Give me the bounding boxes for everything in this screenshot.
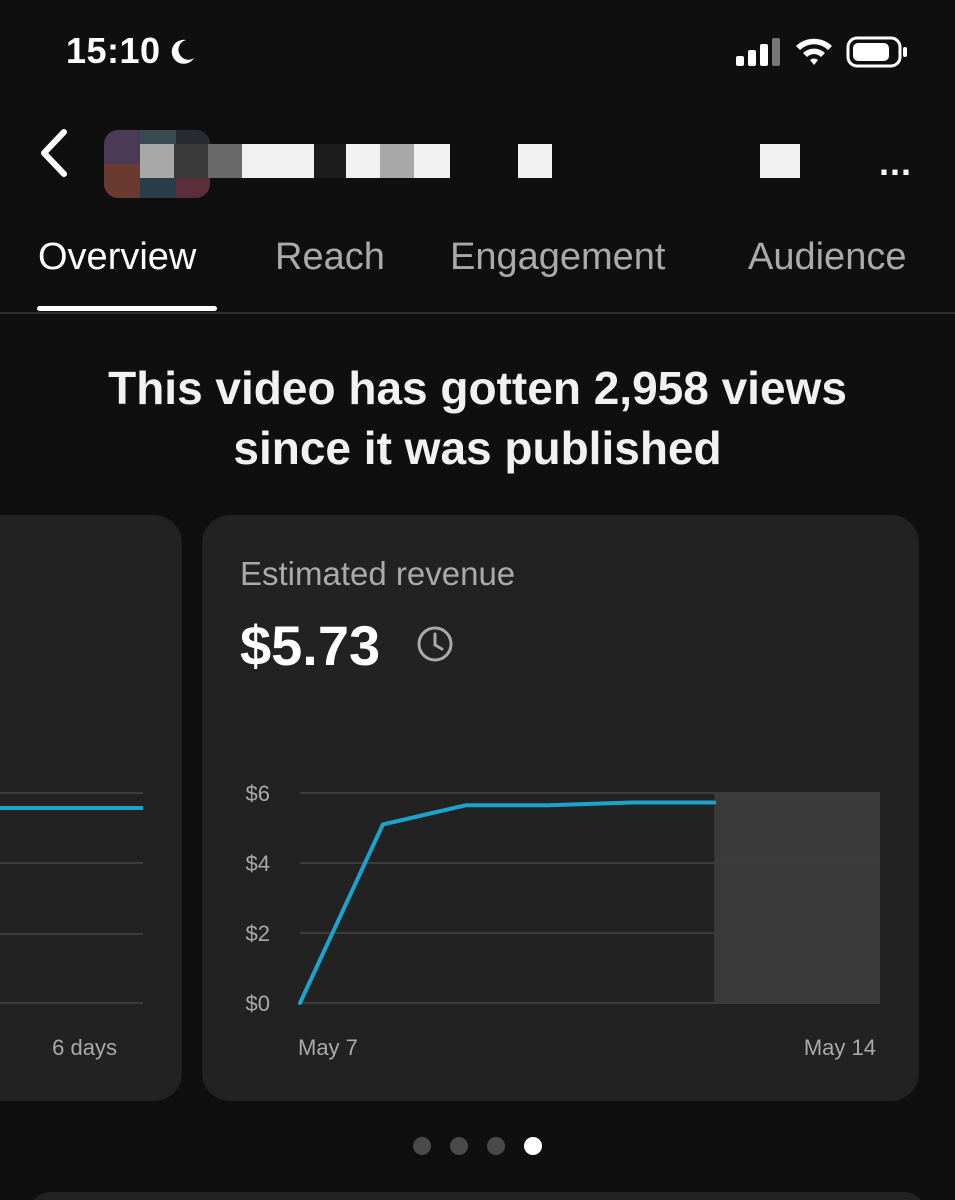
- tab-audience[interactable]: Audience: [748, 236, 906, 279]
- redacted-title-block: [760, 144, 800, 178]
- revenue-series-line: [298, 800, 717, 1005]
- status-time: 15:10: [66, 30, 161, 71]
- redacted-title-block: [346, 144, 380, 178]
- redacted-title-block: [242, 144, 314, 178]
- pagination-dot[interactable]: [413, 1137, 431, 1155]
- y-tick-label: $4: [246, 851, 270, 876]
- pagination-dot[interactable]: [450, 1137, 468, 1155]
- redacted-title-block: [414, 144, 450, 178]
- pagination-dot[interactable]: [487, 1137, 505, 1155]
- title-ellipsis: ...: [878, 142, 912, 183]
- video-title: ...: [104, 120, 944, 200]
- header: ...: [0, 110, 955, 200]
- next-section-card: [30, 1192, 925, 1200]
- tab-engagement[interactable]: Engagement: [450, 236, 666, 279]
- redacted-title-block: [314, 144, 346, 178]
- tab-overview[interactable]: Overview: [38, 236, 196, 279]
- redacted-title-block: [174, 144, 208, 178]
- redacted-title-block: [140, 144, 174, 178]
- y-tick-label: $2: [246, 921, 270, 946]
- y-tick-label: $6: [246, 781, 270, 806]
- views-headline: This video has gotten 2,958 views since …: [0, 358, 955, 478]
- carousel-pagination: [0, 1137, 955, 1159]
- moon-icon: [171, 39, 194, 64]
- tab-reach[interactable]: Reach: [275, 236, 385, 279]
- y-tick-label: $0: [246, 991, 270, 1016]
- pagination-dot[interactable]: [524, 1137, 542, 1155]
- redacted-title-block: [208, 144, 242, 178]
- status-bar: 15:10: [0, 0, 955, 100]
- estimated-revenue-card[interactable]: Estimated revenue $5.73 $0 $2 $4 $6 May 7 May…: [202, 515, 919, 1101]
- active-tab-indicator: [37, 306, 217, 311]
- x-tick-label: May 7: [298, 1035, 358, 1060]
- redacted-title-block: [380, 144, 414, 178]
- x-end-label: 6 days: [52, 1035, 117, 1060]
- back-arrow-icon[interactable]: [36, 128, 72, 178]
- views-headline-text: This video has gotten 2,958 views since …: [108, 362, 847, 474]
- battery-icon: [846, 36, 907, 68]
- projection-region: [714, 793, 880, 1003]
- wifi-icon: [796, 38, 832, 65]
- redacted-title-block: [518, 144, 552, 178]
- cellular-signal-icon: [736, 38, 780, 66]
- revenue-chart: $0 $2 $4 $6 May 7 May 14: [246, 781, 880, 1060]
- x-tick-label: May 14: [804, 1035, 876, 1060]
- previous-metric-chart: 6 days: [0, 792, 143, 1060]
- previous-metric-card[interactable]: 6 days: [0, 515, 182, 1101]
- tab-bar: Overview Reach Engagement Audience: [0, 220, 955, 314]
